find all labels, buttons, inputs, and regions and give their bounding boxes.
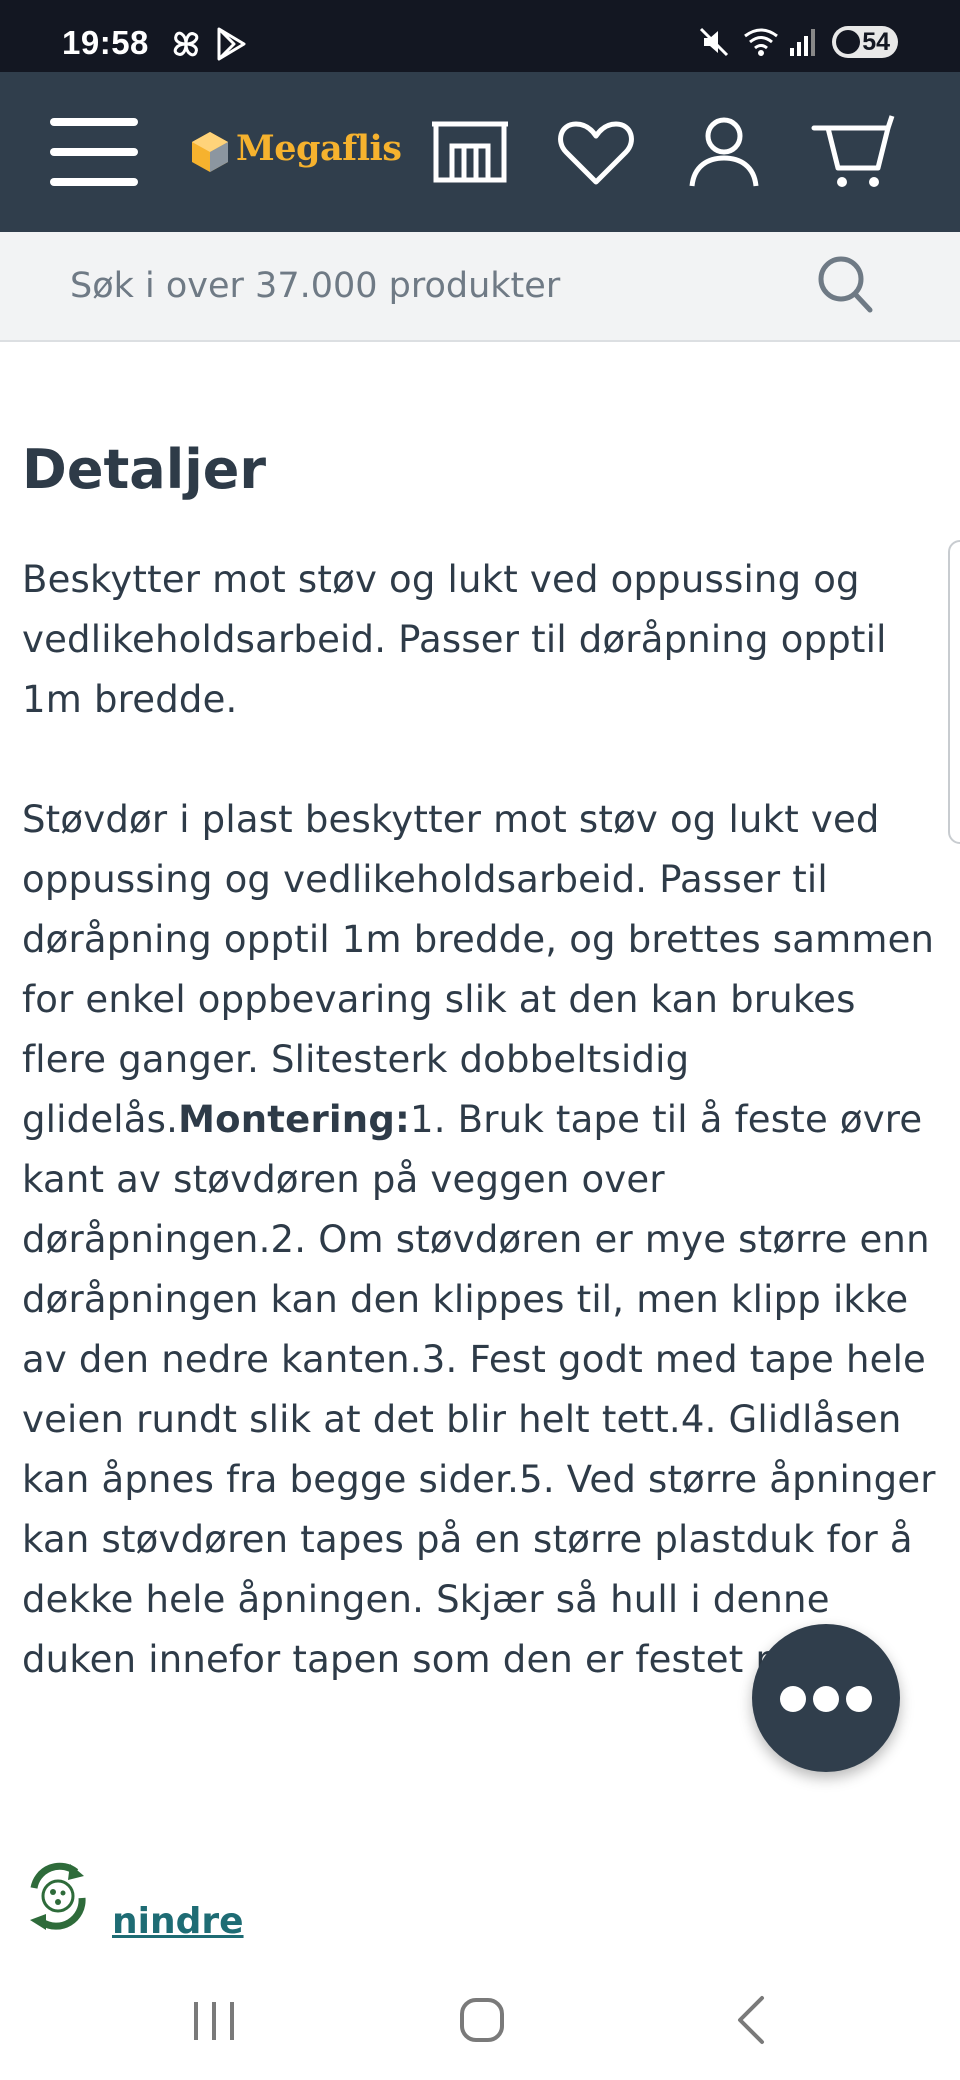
search-icon[interactable]: [816, 254, 874, 314]
menu-icon[interactable]: [50, 118, 142, 186]
battery-level: 54: [862, 28, 890, 56]
play-store-icon: [217, 27, 246, 61]
more-dots-icon: [846, 1686, 872, 1712]
status-time: 19:58: [62, 24, 149, 61]
reduce-link[interactable]: nindre: [112, 1900, 244, 1944]
wifi-icon: [744, 28, 778, 56]
battery-icon: 54: [832, 26, 898, 58]
account-icon[interactable]: [680, 112, 768, 192]
pinwheel-icon: [173, 31, 199, 57]
site-header: Megaflis: [0, 72, 960, 232]
status-bar: 19:58 54: [0, 0, 960, 72]
search-input[interactable]: [70, 256, 830, 316]
recent-apps-icon[interactable]: [174, 1990, 254, 2050]
details-section: Detaljer Beskytter mot støv og lukt ved …: [22, 430, 942, 1690]
back-icon[interactable]: [712, 1990, 792, 2050]
cart-icon[interactable]: [808, 112, 896, 192]
scroll-indicator[interactable]: [948, 540, 960, 844]
system-nav-bar: [0, 1960, 960, 2080]
more-options-button[interactable]: [752, 1624, 900, 1772]
logo-mark-icon: [192, 132, 228, 172]
mute-icon: [699, 27, 729, 57]
heart-icon[interactable]: [552, 112, 640, 192]
details-body-text: Støvdør i plast beskytter mot støv og lu…: [22, 798, 935, 1141]
store-icon[interactable]: [426, 112, 514, 192]
more-dots-icon: [813, 1686, 839, 1712]
details-body: Støvdør i plast beskytter mot støv og lu…: [22, 790, 942, 1690]
signal-icon: [790, 29, 815, 56]
details-body-bold: Montering:: [178, 1098, 411, 1141]
details-body-steps: 1. Bruk tape til å feste øvre kant av st…: [22, 1098, 936, 1681]
logo-text: Megaflis: [236, 128, 402, 169]
more-dots-icon: [780, 1686, 806, 1712]
home-icon[interactable]: [442, 1990, 522, 2050]
details-title: Detaljer: [22, 438, 266, 501]
recycle-icon: [30, 1862, 86, 1930]
details-summary: Beskytter mot støv og lukt ved oppussing…: [22, 558, 887, 721]
